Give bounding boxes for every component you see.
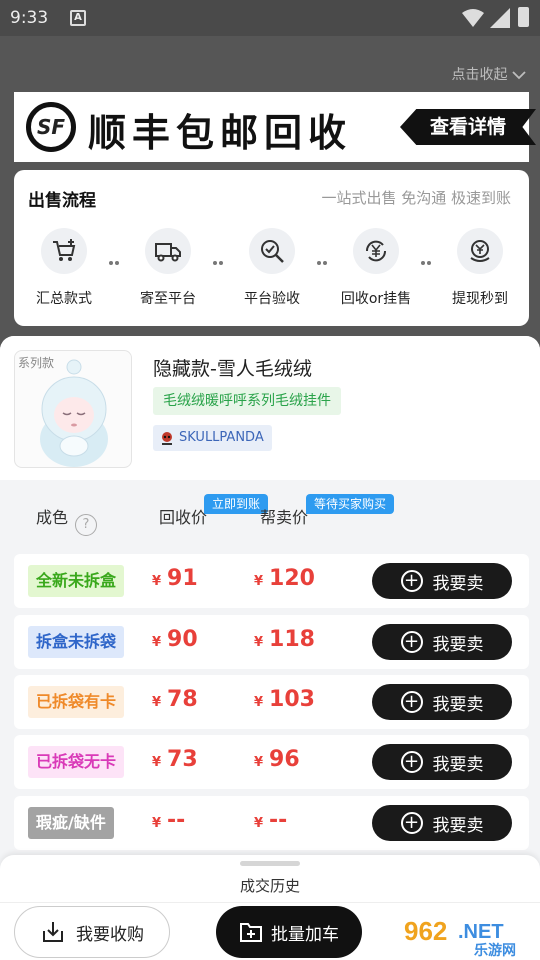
process-title: 出售流程: [28, 191, 96, 211]
step-connector: [109, 250, 125, 265]
battery-icon: [518, 7, 529, 27]
consign-price: ¥96: [254, 747, 300, 772]
svg-text:.NET: .NET: [458, 921, 504, 943]
brand-tag[interactable]: SKULLPANDA: [153, 425, 272, 451]
step-ship-to-platform: 寄至平台: [128, 228, 208, 308]
banner-title: 顺丰包邮回收: [88, 111, 353, 155]
divider: [0, 902, 540, 903]
recycle-price: ¥91: [152, 566, 198, 591]
truck-icon: [145, 228, 191, 274]
drag-handle[interactable]: [240, 861, 300, 866]
condition-tag: 已拆袋有卡: [28, 686, 125, 718]
step-label: 回收or挂售: [340, 291, 412, 307]
chevron-down-icon: [512, 71, 526, 80]
plus-circle-icon: +: [400, 812, 423, 834]
condition-tag: 全新未拆盒: [28, 565, 125, 597]
sf-free-shipping-banner[interactable]: SF 顺丰包邮回收 查看详情: [14, 92, 536, 162]
notification-a-icon: A: [70, 10, 86, 26]
product-name: 隐藏款-雪人毛绒绒: [153, 358, 312, 380]
instant-payout-badge: 立即到账: [204, 494, 269, 514]
collapse-toggle[interactable]: 点击收起: [452, 64, 526, 84]
status-bar: 9:33 A: [0, 0, 540, 36]
recycle-price: ¥73: [152, 747, 198, 772]
brand-name: SKULLPANDA: [179, 430, 264, 445]
step-platform-inspection: 平台验收: [232, 228, 312, 308]
sell-button[interactable]: + 我要卖: [372, 624, 512, 660]
step-label: 汇总款式: [36, 291, 92, 307]
step-label: 提现秒到: [452, 291, 508, 307]
step-label: 平台验收: [244, 291, 300, 307]
awaiting-buyer-badge: 等待买家购买: [306, 494, 395, 514]
table-row: 拆盒未拆袋 ¥90 ¥118 + 我要卖: [14, 615, 529, 669]
transaction-history-link[interactable]: 成交历史: [0, 875, 540, 896]
plus-circle-icon: +: [400, 570, 423, 592]
table-row: 已拆袋无卡 ¥73 ¥96 + 我要卖: [14, 735, 529, 789]
plus-circle-icon: +: [400, 691, 423, 713]
batch-add-to-cart-button[interactable]: 批量加车: [216, 906, 362, 958]
plus-circle-icon: +: [400, 751, 423, 773]
sell-button[interactable]: + 我要卖: [372, 744, 512, 780]
view-details-button[interactable]: 查看详情: [400, 109, 536, 145]
cart-plus-icon: [41, 228, 87, 274]
collapse-label: 点击收起: [451, 67, 508, 83]
sell-button[interactable]: + 我要卖: [372, 805, 512, 841]
yen-withdraw-icon: [457, 228, 503, 274]
product-image[interactable]: 系列款: [14, 350, 132, 468]
svg-text:962: 962: [404, 916, 447, 946]
site-watermark-logo: 962 .NET 乐游网: [400, 914, 534, 958]
recycle-price: ¥78: [152, 687, 198, 712]
step-instant-withdraw: 提现秒到: [440, 228, 520, 308]
col-condition-header: 成色: [36, 508, 69, 527]
step-collect-styles: 汇总款式: [24, 228, 104, 308]
wifi-icon: [462, 9, 484, 27]
magnify-check-icon: [249, 228, 295, 274]
condition-tag: 拆盒未拆袋: [28, 626, 125, 658]
product-card: 系列款 隐藏款-雪人毛绒绒 毛绒绒暖呼呼系列毛绒挂件 SKULLPANDA: [0, 336, 540, 480]
step-label: 寄至平台: [140, 291, 196, 307]
sf-logo: SF: [26, 102, 76, 152]
process-subtitle: 一站式出售 免沟通 极速到账: [321, 189, 511, 207]
table-row: 瑕疵/缺件 ¥ -- ¥ -- + 我要卖: [14, 796, 529, 850]
download-tray-icon: [43, 922, 63, 942]
want-to-buy-button[interactable]: 我要收购: [14, 906, 170, 958]
step-connector: [213, 250, 229, 265]
recycle-price: ¥90: [152, 627, 198, 652]
consign-price: ¥ --: [254, 808, 288, 833]
consign-price: ¥118: [254, 627, 315, 652]
bottom-action-panel: 成交历史 我要收购 批量加车 962 .NET 乐游网: [0, 855, 540, 960]
table-row: 已拆袋有卡 ¥78 ¥103 + 我要卖: [14, 675, 529, 729]
condition-tag: 瑕疵/缺件: [28, 807, 114, 839]
col-consign-header: 帮卖价: [260, 508, 309, 527]
sell-process-card: 出售流程 一站式出售 免沟通 极速到账 汇总款式 寄至平台 平台验收 回收or挂…: [14, 170, 529, 326]
condition-tag: 已拆袋无卡: [28, 746, 125, 778]
folder-plus-icon: [240, 923, 262, 942]
cellular-signal-icon: [490, 8, 510, 28]
yen-cycle-icon: [353, 228, 399, 274]
sell-button[interactable]: + 我要卖: [372, 563, 512, 599]
consign-price: ¥120: [254, 566, 315, 591]
svg-text:乐游网: 乐游网: [474, 942, 516, 958]
brand-avatar-icon: [162, 432, 172, 445]
sell-button[interactable]: + 我要卖: [372, 684, 512, 720]
recycle-price: ¥ --: [152, 808, 186, 833]
status-time: 9:33: [10, 8, 49, 28]
col-recycle-header: 回收价: [159, 508, 208, 527]
consign-price: ¥103: [254, 687, 315, 712]
plus-circle-icon: +: [400, 631, 423, 653]
step-connector: [317, 250, 333, 265]
product-image-tag: 系列款: [18, 356, 55, 370]
series-tag[interactable]: 毛绒绒暖呼呼系列毛绒挂件: [153, 387, 341, 415]
step-connector: [421, 250, 437, 265]
help-icon[interactable]: ?: [75, 514, 97, 536]
table-row: 全新未拆盒 ¥91 ¥120 + 我要卖: [14, 554, 529, 608]
step-recycle-or-consign: 回收or挂售: [336, 228, 416, 308]
